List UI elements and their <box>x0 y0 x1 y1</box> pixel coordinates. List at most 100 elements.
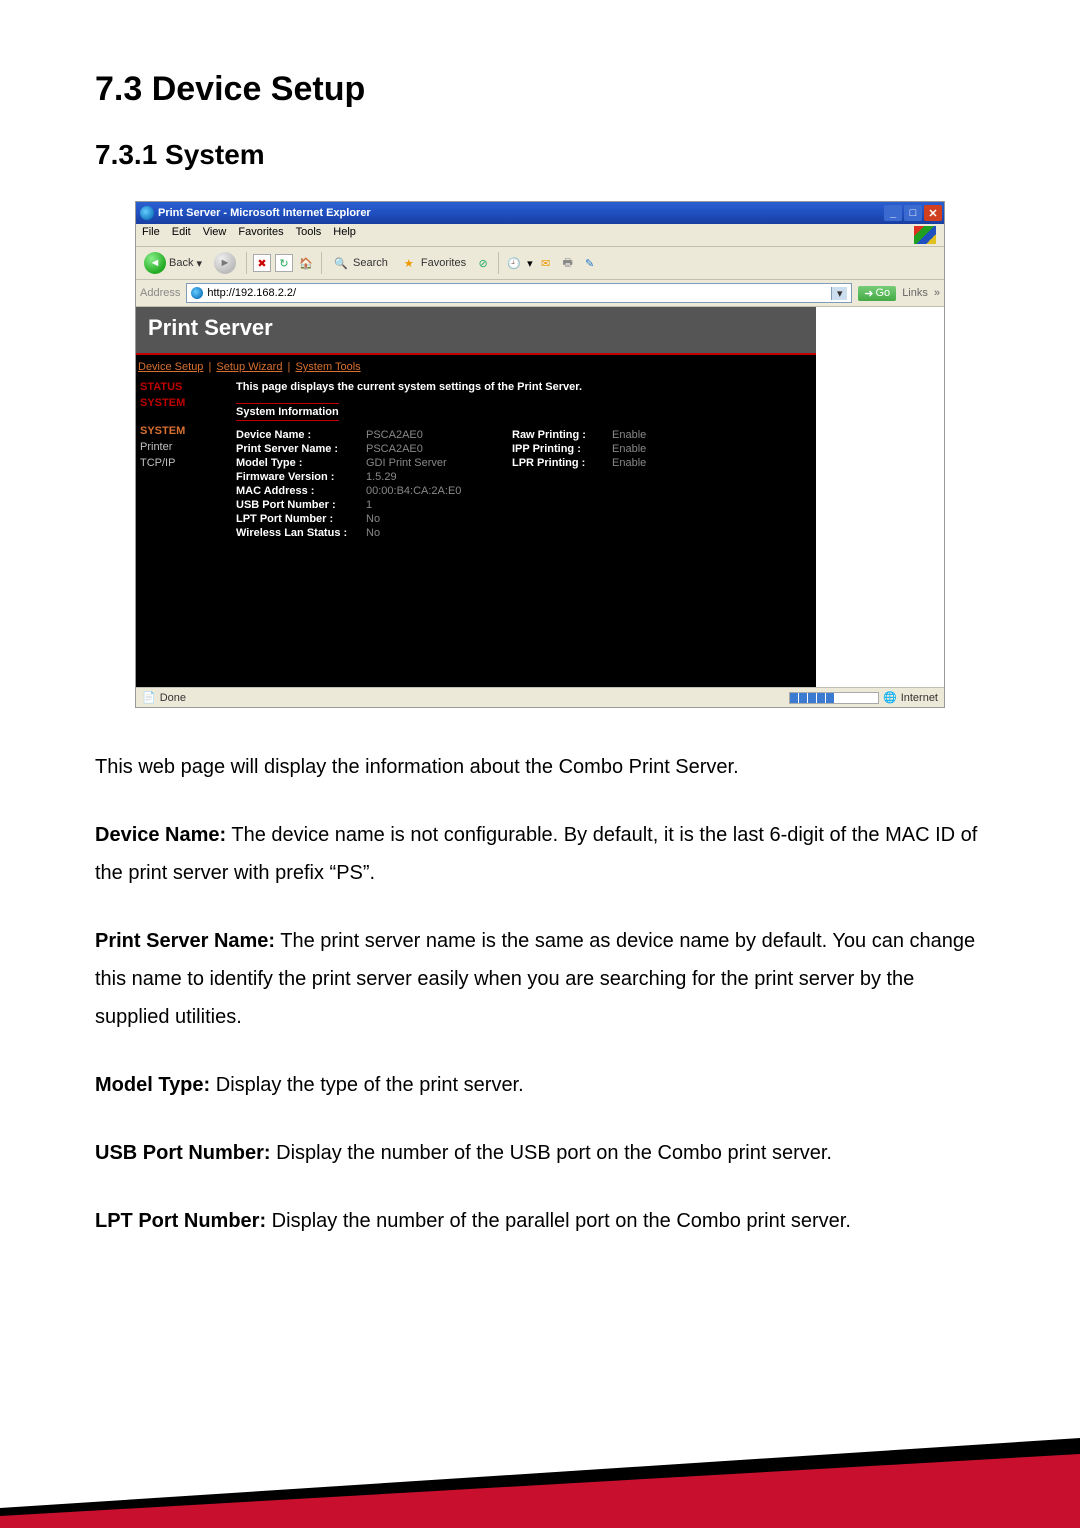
section-heading: 7.3 Device Setup <box>95 70 985 109</box>
text-usb-port-doc: Display the number of the USB port on th… <box>271 1142 832 1164</box>
status-bar: 📄 Done 🌐 Internet <box>136 687 944 707</box>
search-button[interactable]: 🔍 Search <box>328 252 392 274</box>
value-lpr-printing: Enable <box>612 457 646 469</box>
status-zone: Internet <box>901 692 938 704</box>
go-button[interactable]: ➜ Go <box>858 286 896 301</box>
window-titlebar: Print Server - Microsoft Internet Explor… <box>136 202 944 224</box>
address-url: http://192.168.2.2/ <box>207 287 827 299</box>
links-label[interactable]: Links <box>902 287 928 299</box>
menu-tools[interactable]: Tools <box>296 226 322 244</box>
label-model-type: Model Type : <box>236 457 366 469</box>
system-info-heading: System Information <box>236 403 339 421</box>
main-panel: This page displays the current system se… <box>232 377 816 539</box>
page-icon: 📄 <box>142 691 156 704</box>
address-label: Address <box>140 287 180 299</box>
home-button[interactable]: 🏠 <box>297 254 315 272</box>
row-lpr-printing: LPR Printing :Enable <box>512 457 646 469</box>
menu-bar: File Edit View Favorites Tools Help <box>136 224 944 247</box>
internet-zone-icon: 🌐 <box>883 691 897 704</box>
nav-separator: | <box>288 361 291 373</box>
print-server-title: Print Server <box>148 315 273 345</box>
paragraph-intro: This web page will display the informati… <box>95 748 985 786</box>
progress-bar <box>789 692 879 704</box>
side-nav-printer[interactable]: Printer <box>140 441 226 453</box>
footer-decoration <box>0 1438 1080 1528</box>
back-arrow-icon: ◄ <box>144 252 166 274</box>
label-mac-address: MAC Address : <box>236 485 366 497</box>
search-icon: 🔍 <box>332 254 350 272</box>
menu-view[interactable]: View <box>203 226 227 244</box>
print-button[interactable]: 🖶 <box>559 254 577 272</box>
label-ipp-printing: IPP Printing : <box>512 443 612 455</box>
document-body: This web page will display the informati… <box>95 748 985 1240</box>
side-nav-status[interactable]: STATUS <box>140 381 226 393</box>
row-model-type: Model Type :GDI Print Server <box>236 457 486 469</box>
menu-favorites[interactable]: Favorites <box>238 226 283 244</box>
toolbar-separator <box>246 252 247 274</box>
window-title: Print Server - Microsoft Internet Explor… <box>158 207 371 219</box>
ie-logo-icon <box>140 206 154 220</box>
back-label: Back <box>169 257 193 269</box>
viewport-whitespace <box>816 307 944 687</box>
nav-system-tools[interactable]: System Tools <box>295 361 360 373</box>
side-nav: STATUS SYSTEM SYSTEM Printer TCP/IP <box>136 377 232 539</box>
row-firmware-version: Firmware Version :1.5.29 <box>236 471 486 483</box>
value-usb-port-number: 1 <box>366 499 486 511</box>
nav-device-setup[interactable]: Device Setup <box>138 361 203 373</box>
value-mac-address: 00:00:B4:CA:2A:E0 <box>366 485 486 497</box>
toolbar-separator <box>321 252 322 274</box>
text-model-type-doc: Display the type of the print server. <box>210 1074 524 1096</box>
row-usb-port-number: USB Port Number :1 <box>236 499 486 511</box>
forward-button[interactable]: ► <box>210 250 240 276</box>
history-button[interactable]: 🕘 <box>505 254 523 272</box>
label-lpr-printing: LPR Printing : <box>512 457 612 469</box>
edit-button[interactable]: ✎ <box>581 254 599 272</box>
side-nav-system[interactable]: SYSTEM <box>140 425 226 437</box>
favorites-label: Favorites <box>421 257 466 269</box>
subsection-heading: 7.3.1 System <box>95 139 985 171</box>
label-device-name-doc: Device Name: <box>95 824 226 846</box>
mail-button[interactable]: ✉ <box>537 254 555 272</box>
history-dropdown-icon[interactable]: ▾ <box>527 257 533 270</box>
menu-file[interactable]: File <box>142 226 160 244</box>
page-description: This page displays the current system se… <box>236 381 808 393</box>
menu-help[interactable]: Help <box>333 226 356 244</box>
row-wireless-lan-status: Wireless Lan Status :No <box>236 527 486 539</box>
address-input[interactable]: http://192.168.2.2/ ▾ <box>186 283 852 303</box>
links-chevron-icon[interactable]: » <box>934 287 940 299</box>
print-server-banner: Print Server <box>136 307 816 353</box>
label-wireless-lan-status: Wireless Lan Status : <box>236 527 366 539</box>
row-device-name: Device Name :PSCA2AE0 <box>236 429 486 441</box>
value-model-type: GDI Print Server <box>366 457 486 469</box>
menu-edit[interactable]: Edit <box>172 226 191 244</box>
row-lpt-port-number: LPT Port Number :No <box>236 513 486 525</box>
side-nav-tcpip[interactable]: TCP/IP <box>140 457 226 469</box>
window-maximize-button[interactable]: □ <box>904 205 922 221</box>
nav-setup-wizard[interactable]: Setup Wizard <box>216 361 282 373</box>
media-button[interactable]: ⊘ <box>474 254 492 272</box>
label-print-server-name-doc: Print Server Name: <box>95 930 275 952</box>
label-usb-port-number: USB Port Number : <box>236 499 366 511</box>
value-wireless-lan-status: No <box>366 527 486 539</box>
favorites-button[interactable]: ★ Favorites <box>396 252 470 274</box>
paragraph-device-name: Device Name: The device name is not conf… <box>95 816 985 892</box>
window-minimize-button[interactable]: _ <box>884 205 902 221</box>
status-text: Done <box>160 692 186 704</box>
value-print-server-name: PSCA2AE0 <box>366 443 486 455</box>
value-raw-printing: Enable <box>612 429 646 441</box>
window-close-button[interactable]: ✕ <box>924 205 942 221</box>
label-lpt-port-doc: LPT Port Number: <box>95 1210 266 1232</box>
search-label: Search <box>353 257 388 269</box>
refresh-button[interactable]: ↻ <box>275 254 293 272</box>
stop-button[interactable]: ✖ <box>253 254 271 272</box>
address-dropdown-icon[interactable]: ▾ <box>831 287 847 300</box>
system-info-table: Device Name :PSCA2AE0 Print Server Name … <box>236 429 808 539</box>
side-nav-system-group: SYSTEM <box>140 397 226 409</box>
value-lpt-port-number: No <box>366 513 486 525</box>
ie-window: Print Server - Microsoft Internet Explor… <box>135 201 945 708</box>
text-device-name-doc: The device name is not configurable. By … <box>95 824 977 884</box>
label-usb-port-doc: USB Port Number: <box>95 1142 271 1164</box>
back-dropdown-icon[interactable]: ▾ <box>196 257 202 270</box>
label-print-server-name: Print Server Name : <box>236 443 366 455</box>
back-button[interactable]: ◄ Back ▾ <box>140 250 206 276</box>
